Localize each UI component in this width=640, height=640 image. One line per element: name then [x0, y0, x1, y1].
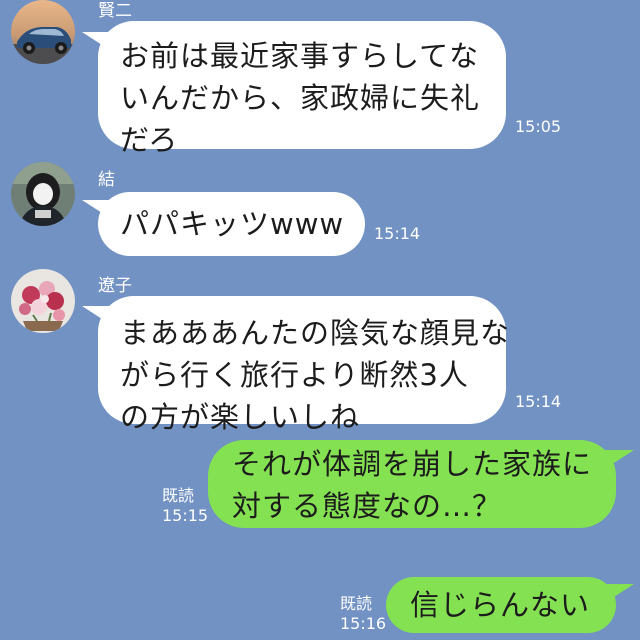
message-bubble[interactable]: 信じらんない	[386, 577, 616, 633]
message-bubble[interactable]: パパキッツwww	[98, 192, 365, 256]
message-text: いんだから、家政婦に失礼	[120, 81, 481, 115]
bubble-tail	[600, 450, 634, 472]
read-label: 既読	[162, 486, 195, 505]
chat-area[interactable]: 賢二 お前は最近家事すらしてな いんだから、家政婦に失礼 だろ 15:05 結 …	[0, 0, 640, 640]
message-text: パパキッツwww	[120, 207, 345, 241]
timestamp: 15:15	[162, 506, 209, 525]
message-text: 信じらんない	[410, 588, 591, 622]
read-receipt: 既読 15:16	[340, 594, 386, 634]
timestamp: 15:16	[340, 614, 387, 633]
avatar-car[interactable]	[11, 0, 75, 64]
sender-name: 遼子	[98, 276, 132, 296]
message-bubble[interactable]: それが体調を崩した家族に 対する態度なの…？	[208, 440, 616, 528]
timestamp: 15:05	[515, 117, 562, 136]
message-text: それが体調を崩した家族に	[232, 447, 593, 481]
girl-avatar-icon	[11, 162, 75, 226]
message-text: だろ	[120, 123, 179, 157]
message-text: まあああんたの陰気な顔見な	[120, 316, 511, 350]
message-text: お前は最近家事すらしてな	[120, 39, 480, 73]
avatar-girl[interactable]	[11, 162, 75, 226]
timestamp: 15:14	[374, 224, 421, 243]
sender-name: 賢二	[98, 1, 132, 21]
bubble-tail	[600, 584, 634, 606]
car-avatar-icon	[11, 0, 75, 64]
avatar-flowers[interactable]	[11, 269, 75, 333]
message-text: の方が楽しいしね	[120, 400, 361, 434]
read-receipt: 既読 15:15	[162, 486, 208, 526]
message-text: がら行く旅行より断然3人	[120, 358, 469, 392]
message-bubble[interactable]: まあああんたの陰気な顔見な がら行く旅行より断然3人 の方が楽しいしね	[98, 296, 511, 434]
sender-name: 結	[98, 170, 115, 190]
message-bubble[interactable]: お前は最近家事すらしてな いんだから、家政婦に失礼 だろ	[98, 21, 506, 157]
flowers-avatar-icon	[11, 269, 75, 333]
read-label: 既読	[340, 594, 373, 613]
message-text: 対する態度なの…？	[232, 489, 503, 523]
timestamp: 15:14	[515, 392, 562, 411]
